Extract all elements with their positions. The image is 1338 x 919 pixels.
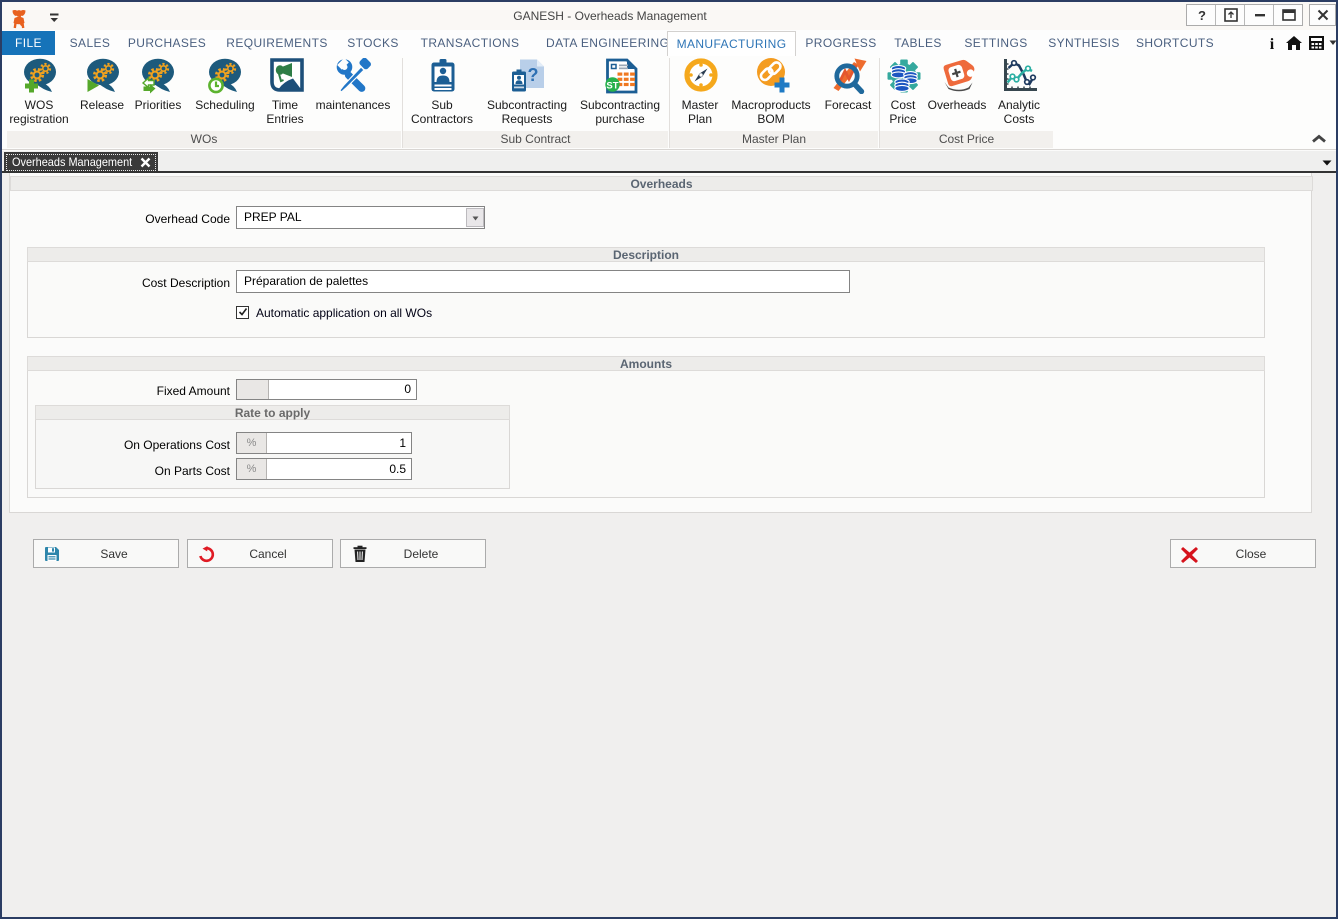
svg-text:ST: ST (606, 81, 618, 92)
svg-text:i: i (1270, 36, 1275, 51)
svg-text:?: ? (528, 65, 539, 85)
svg-text:?: ? (1198, 8, 1206, 22)
